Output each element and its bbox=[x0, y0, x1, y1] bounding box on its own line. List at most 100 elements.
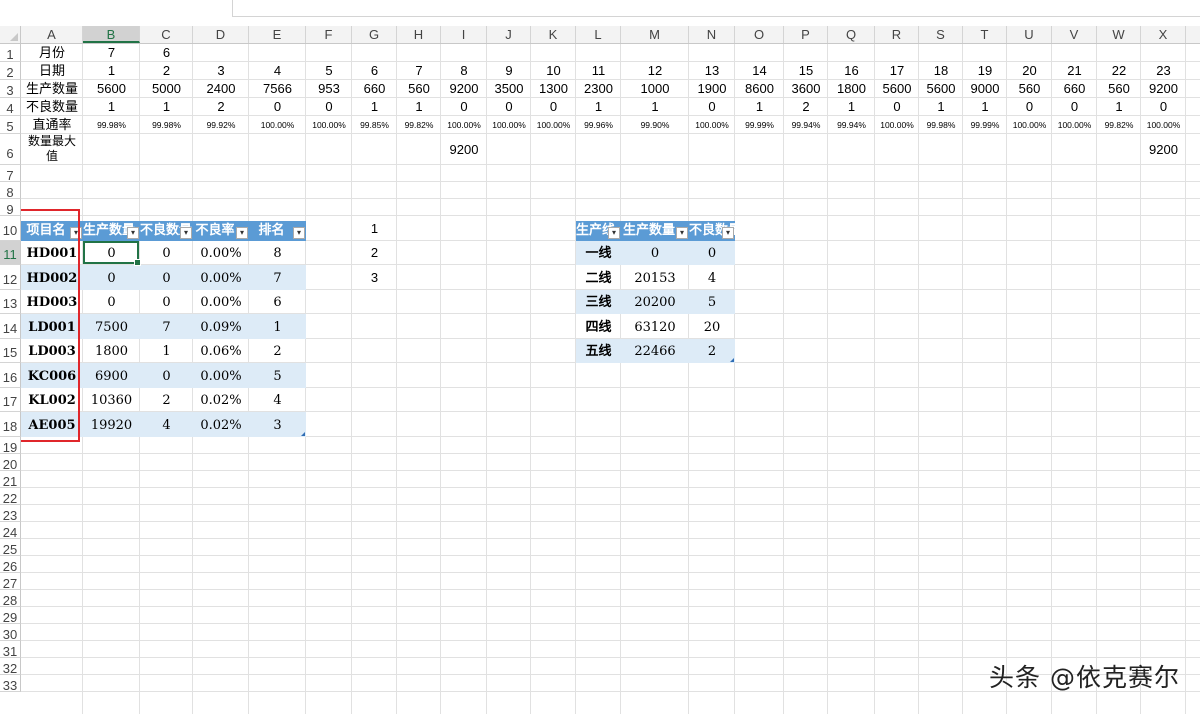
data-cell[interactable]: 5 bbox=[306, 62, 352, 80]
data-cell[interactable]: 7566 bbox=[249, 80, 306, 98]
data-cell[interactable]: 6 bbox=[352, 62, 397, 80]
data-cell[interactable]: 2 bbox=[1186, 62, 1200, 80]
side-number-cell[interactable]: 3 bbox=[352, 265, 397, 290]
data-cell[interactable]: 100.00% bbox=[487, 116, 531, 134]
table1-cell[interactable]: 1 bbox=[140, 339, 193, 363]
row-label-5[interactable]: 直通率 bbox=[21, 116, 83, 134]
column-header-B[interactable]: B bbox=[83, 26, 140, 43]
table1-cell[interactable]: 0.09% bbox=[193, 314, 249, 339]
column-header-V[interactable]: V bbox=[1052, 26, 1097, 43]
data-cell[interactable]: 21 bbox=[1052, 62, 1097, 80]
row-header-15[interactable]: 15 bbox=[0, 339, 21, 363]
data-cell[interactable]: 0 bbox=[487, 98, 531, 116]
row-header-22[interactable]: 22 bbox=[0, 488, 21, 506]
table2-cell[interactable]: 五线 bbox=[576, 339, 621, 363]
column-header-F[interactable]: F bbox=[306, 26, 352, 43]
data-cell[interactable]: 7 bbox=[83, 44, 140, 62]
row-header-18[interactable]: 18 bbox=[0, 412, 21, 437]
data-cell[interactable]: 0 bbox=[1052, 98, 1097, 116]
column-header-M[interactable]: M bbox=[621, 26, 689, 43]
column-header-Y[interactable]: Y bbox=[1186, 26, 1200, 43]
data-cell[interactable]: 4 bbox=[249, 62, 306, 80]
table2-cell[interactable]: 20200 bbox=[621, 290, 689, 314]
data-cell[interactable]: 1 bbox=[83, 98, 140, 116]
table2-cell[interactable]: 四线 bbox=[576, 314, 621, 339]
data-cell[interactable]: 7 bbox=[397, 62, 441, 80]
data-cell[interactable]: 660 bbox=[352, 80, 397, 98]
data-cell[interactable]: 99.99% bbox=[963, 116, 1007, 134]
data-cell[interactable]: 5600 bbox=[919, 80, 963, 98]
row-header-7[interactable]: 7 bbox=[0, 165, 21, 183]
data-cell[interactable]: 12 bbox=[621, 62, 689, 80]
row-header-23[interactable]: 23 bbox=[0, 505, 21, 523]
table1-cell[interactable]: 1 bbox=[249, 314, 306, 339]
data-cell[interactable]: 660 bbox=[1052, 80, 1097, 98]
table1-cell[interactable]: 2 bbox=[249, 339, 306, 363]
filter-dropdown-icon[interactable]: ▾ bbox=[236, 227, 248, 239]
data-cell[interactable]: 1 bbox=[576, 98, 621, 116]
row-label-1[interactable]: 月份 bbox=[21, 44, 83, 62]
data-cell[interactable]: 0 bbox=[689, 98, 735, 116]
data-cell[interactable]: 9000 bbox=[963, 80, 1007, 98]
data-cell[interactable]: 1 bbox=[397, 98, 441, 116]
data-cell[interactable]: 99.82% bbox=[1097, 116, 1141, 134]
column-header-D[interactable]: D bbox=[193, 26, 249, 43]
filter-dropdown-icon[interactable]: ▾ bbox=[293, 227, 305, 239]
column-header-A[interactable]: A bbox=[21, 26, 83, 43]
column-header-N[interactable]: N bbox=[689, 26, 735, 43]
data-cell[interactable]: 17 bbox=[875, 62, 919, 80]
data-cell[interactable]: 1 bbox=[621, 98, 689, 116]
table1-cell[interactable]: 0.00% bbox=[193, 363, 249, 388]
row-header-28[interactable]: 28 bbox=[0, 590, 21, 608]
data-cell[interactable]: 3600 bbox=[784, 80, 828, 98]
data-cell[interactable]: 100.00% bbox=[875, 116, 919, 134]
data-cell[interactable]: 0 bbox=[1141, 98, 1186, 116]
table1-cell[interactable]: 0.00% bbox=[193, 290, 249, 314]
table1-cell[interactable]: 10360 bbox=[83, 388, 140, 412]
table1-cell[interactable]: 0.02% bbox=[193, 412, 249, 437]
data-cell[interactable]: 953 bbox=[306, 80, 352, 98]
column-header-E[interactable]: E bbox=[249, 26, 306, 43]
column-header-T[interactable]: T bbox=[963, 26, 1007, 43]
data-cell[interactable]: 100.00% bbox=[441, 116, 487, 134]
row-header-13[interactable]: 13 bbox=[0, 290, 21, 314]
data-cell[interactable]: 1900 bbox=[689, 80, 735, 98]
data-cell[interactable] bbox=[1186, 98, 1200, 116]
data-cell[interactable]: 99.85% bbox=[352, 116, 397, 134]
table1-cell[interactable]: 6900 bbox=[83, 363, 140, 388]
row-header-6[interactable]: 6 bbox=[0, 134, 21, 165]
table1-cell[interactable]: 7 bbox=[140, 314, 193, 339]
data-cell[interactable]: 100.00% bbox=[531, 116, 576, 134]
max-value-cell[interactable]: 9200 bbox=[1141, 134, 1186, 165]
row-label-2[interactable]: 日期 bbox=[21, 62, 83, 80]
table1-cell[interactable]: 6 bbox=[249, 290, 306, 314]
row-header-2[interactable]: 2 bbox=[0, 62, 21, 80]
data-cell[interactable]: 8 bbox=[441, 62, 487, 80]
table1-cell[interactable]: 2 bbox=[140, 388, 193, 412]
row-header-26[interactable]: 26 bbox=[0, 556, 21, 574]
table1-cell[interactable]: 0 bbox=[140, 290, 193, 314]
data-cell[interactable]: 560 bbox=[1097, 80, 1141, 98]
data-cell[interactable]: 22 bbox=[1097, 62, 1141, 80]
data-cell[interactable]: 99.94% bbox=[784, 116, 828, 134]
data-cell[interactable]: 8600 bbox=[735, 80, 784, 98]
row-label-3[interactable]: 生产数量 bbox=[21, 80, 83, 98]
row-header-25[interactable]: 25 bbox=[0, 539, 21, 557]
filter-dropdown-icon[interactable]: ▾ bbox=[180, 227, 192, 239]
data-cell[interactable]: 99.99% bbox=[735, 116, 784, 134]
filter-dropdown-icon[interactable]: ▾ bbox=[722, 227, 734, 239]
data-cell[interactable]: 1 bbox=[963, 98, 1007, 116]
data-cell[interactable]: 99.94% bbox=[828, 116, 875, 134]
table1-cell[interactable]: 5 bbox=[249, 363, 306, 388]
column-header-K[interactable]: K bbox=[531, 26, 576, 43]
data-cell[interactable]: 100.00% bbox=[306, 116, 352, 134]
data-cell[interactable]: 23 bbox=[1141, 62, 1186, 80]
data-cell[interactable]: 5000 bbox=[140, 80, 193, 98]
row-header-21[interactable]: 21 bbox=[0, 471, 21, 489]
data-cell[interactable]: 3500 bbox=[487, 80, 531, 98]
data-cell[interactable]: 20 bbox=[1007, 62, 1052, 80]
data-cell[interactable]: 0 bbox=[249, 98, 306, 116]
data-cell[interactable]: 100 bbox=[1186, 116, 1200, 134]
data-cell[interactable]: 3 bbox=[193, 62, 249, 80]
data-cell[interactable]: 18 bbox=[919, 62, 963, 80]
